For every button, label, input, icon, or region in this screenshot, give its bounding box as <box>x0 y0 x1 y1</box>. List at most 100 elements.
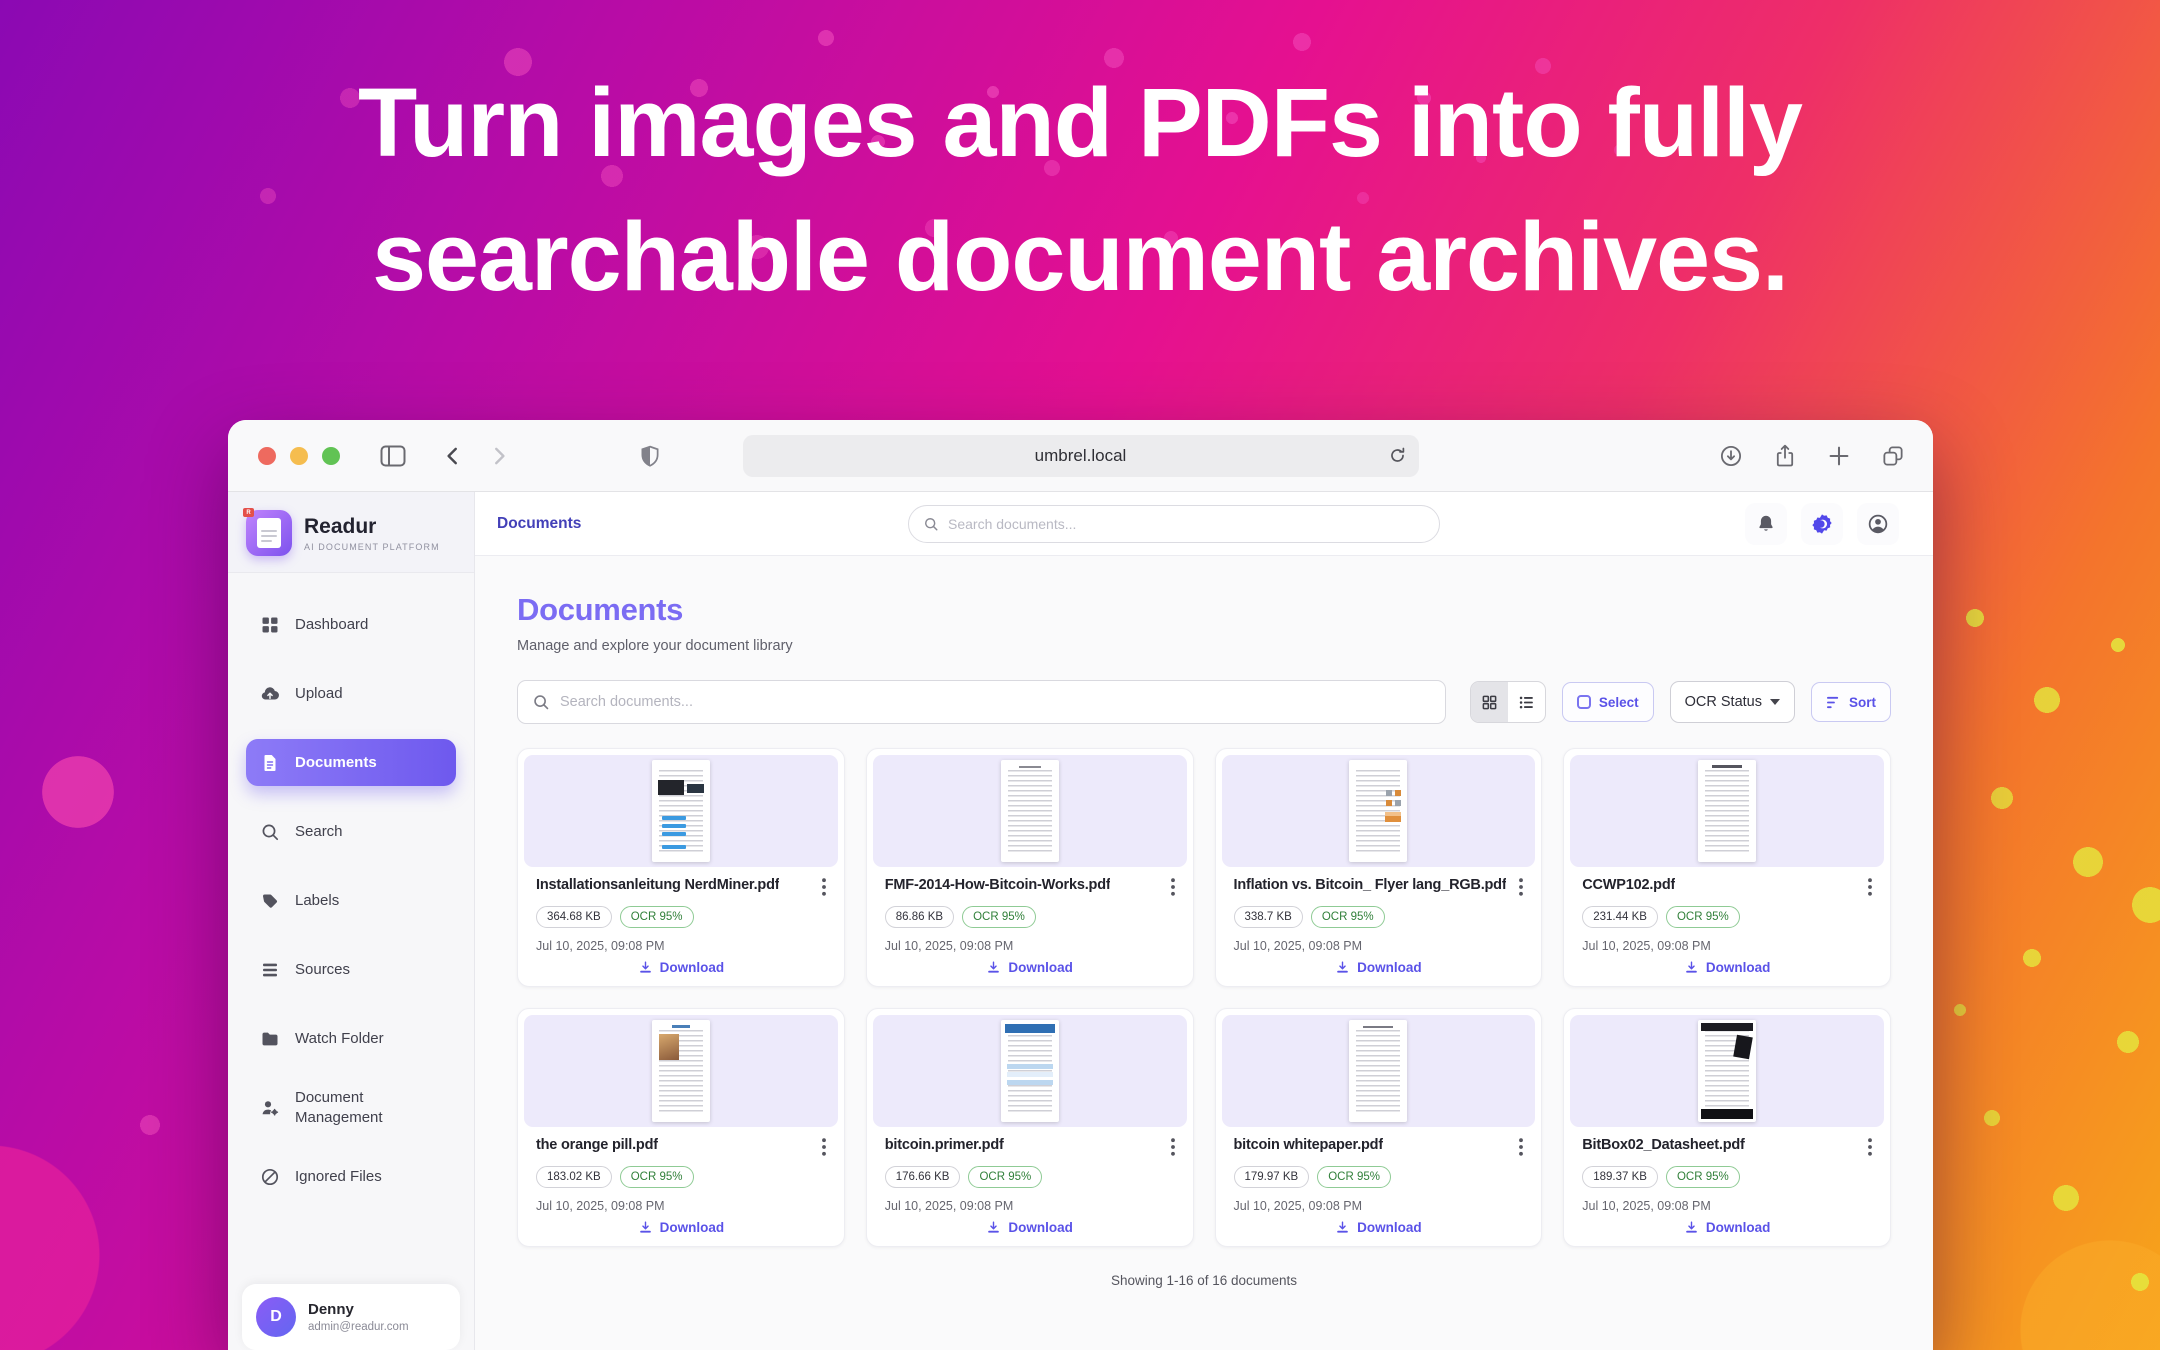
document-card[interactable]: bitcoin.primer.pdf 176.66 KB OCR 95% Jul… <box>866 1008 1194 1247</box>
kebab-menu-icon[interactable] <box>1868 1138 1872 1156</box>
thumb-decor <box>662 824 686 828</box>
sidebar-item-ignored-files[interactable]: Ignored Files <box>246 1153 456 1200</box>
user-gear-icon <box>260 1098 280 1118</box>
sidebar-toggle-icon[interactable] <box>380 445 406 467</box>
documents-search-input[interactable] <box>560 694 1431 710</box>
account-icon <box>1867 513 1889 535</box>
checkbox-icon <box>1577 695 1591 709</box>
size-badge: 231.44 KB <box>1582 906 1658 928</box>
card-body: bitcoin whitepaper.pdf 179.97 KB OCR 95%… <box>1222 1127 1536 1213</box>
minimize-window-button[interactable] <box>290 447 308 465</box>
sidebar-item-label: Dashboard <box>295 615 368 635</box>
sidebar-item-dashboard[interactable]: Dashboard <box>246 601 456 648</box>
share-icon[interactable] <box>1773 444 1797 468</box>
sidebar-item-label: Documents <box>295 753 377 773</box>
address-bar[interactable]: umbrel.local <box>743 435 1419 477</box>
kebab-menu-icon[interactable] <box>1171 878 1175 896</box>
topbar-search[interactable] <box>908 505 1440 543</box>
thumb-decor <box>662 816 686 820</box>
sidebar-item-document-management[interactable]: Document Management <box>246 1084 446 1131</box>
tab-overview-icon[interactable] <box>1881 444 1905 468</box>
label-tag-icon <box>260 891 280 911</box>
download-icon <box>638 960 653 975</box>
thumbnail-page <box>1349 760 1407 862</box>
thumb-decor <box>1395 800 1401 806</box>
document-card[interactable]: FMF-2014-How-Bitcoin-Works.pdf 86.86 KB … <box>866 748 1194 987</box>
document-date: Jul 10, 2025, 09:08 PM <box>1582 939 1872 953</box>
back-icon[interactable] <box>442 445 464 467</box>
download-link[interactable]: Download <box>518 1220 844 1235</box>
ocr-status-dropdown[interactable]: OCR Status <box>1670 681 1795 723</box>
sidebar-item-upload[interactable]: Upload <box>246 670 456 717</box>
kebab-menu-icon[interactable] <box>1171 1138 1175 1156</box>
kebab-menu-icon[interactable] <box>1519 878 1523 896</box>
document-card[interactable]: CCWP102.pdf 231.44 KB OCR 95% Jul 10, 20… <box>1563 748 1891 987</box>
download-icon[interactable] <box>1719 444 1743 468</box>
kebab-menu-icon[interactable] <box>822 878 826 896</box>
notifications-button[interactable] <box>1745 503 1787 545</box>
download-link[interactable]: Download <box>1216 960 1542 975</box>
document-name: FMF-2014-How-Bitcoin-Works.pdf <box>885 877 1111 893</box>
sidebar-item-documents[interactable]: Documents <box>246 739 456 786</box>
theme-toggle-button[interactable] <box>1801 503 1843 545</box>
document-card[interactable]: the orange pill.pdf 183.02 KB OCR 95% Ju… <box>517 1008 845 1247</box>
hero-background: Turn images and PDFs into fully searchab… <box>0 0 2160 1350</box>
kebab-menu-icon[interactable] <box>1519 1138 1523 1156</box>
sort-button[interactable]: Sort <box>1811 682 1891 722</box>
download-link[interactable]: Download <box>518 960 844 975</box>
download-link[interactable]: Download <box>867 1220 1193 1235</box>
select-button[interactable]: Select <box>1562 682 1654 722</box>
reload-icon[interactable] <box>1388 446 1407 465</box>
new-tab-icon[interactable] <box>1827 444 1851 468</box>
document-controls: Select OCR Status Sort <box>517 680 1891 724</box>
size-badge: 189.37 KB <box>1582 1166 1658 1188</box>
brand-text: Readur AI DOCUMENT PLATFORM <box>304 515 440 552</box>
user-card[interactable]: D Denny admin@readur.com <box>242 1284 460 1350</box>
grid-view-button[interactable] <box>1471 682 1508 722</box>
sidebar-item-sources[interactable]: Sources <box>246 946 456 993</box>
download-label: Download <box>1706 1220 1771 1235</box>
document-card[interactable]: Inflation vs. Bitcoin_ Flyer lang_RGB.pd… <box>1215 748 1543 987</box>
kebab-menu-icon[interactable] <box>1868 878 1872 896</box>
forward-icon[interactable] <box>488 445 510 467</box>
account-button[interactable] <box>1857 503 1899 545</box>
document-name: bitcoin.primer.pdf <box>885 1137 1004 1153</box>
dashboard-icon <box>260 615 280 635</box>
document-card[interactable]: BitBox02_Datasheet.pdf 189.37 KB OCR 95%… <box>1563 1008 1891 1247</box>
document-card[interactable]: Installationsanleitung NerdMiner.pdf 364… <box>517 748 845 987</box>
document-date: Jul 10, 2025, 09:08 PM <box>536 1199 826 1213</box>
sidebar-item-search[interactable]: Search <box>246 808 456 855</box>
document-name: BitBox02_Datasheet.pdf <box>1582 1137 1744 1153</box>
headline-line-1: Turn images and PDFs into fully <box>358 68 1802 177</box>
thumbnail-page <box>1698 760 1756 862</box>
download-link[interactable]: Download <box>1216 1220 1542 1235</box>
zoom-window-button[interactable] <box>322 447 340 465</box>
thumb-decor <box>1363 1026 1393 1028</box>
sidebar-item-label: Document Management <box>295 1088 432 1127</box>
sidebar-item-labels[interactable]: Labels <box>246 877 456 924</box>
sidebar-item-watch-folder[interactable]: Watch Folder <box>246 1015 456 1062</box>
topbar-search-input[interactable] <box>948 516 1425 532</box>
app-root: R Readur AI DOCUMENT PLATFORM Dashboard … <box>228 492 1933 1350</box>
card-body: bitcoin.primer.pdf 176.66 KB OCR 95% Jul… <box>873 1127 1187 1213</box>
thumb-decor <box>1386 790 1392 796</box>
kebab-menu-icon[interactable] <box>822 1138 826 1156</box>
user-name: Denny <box>308 1301 409 1318</box>
thumb-decor <box>672 1025 690 1028</box>
close-window-button[interactable] <box>258 447 276 465</box>
list-view-button[interactable] <box>1508 682 1545 722</box>
theme-toggle-icon <box>1811 513 1833 535</box>
download-link[interactable]: Download <box>1564 1220 1890 1235</box>
download-link[interactable]: Download <box>1564 960 1890 975</box>
card-body: Installationsanleitung NerdMiner.pdf 364… <box>524 867 838 953</box>
ocr-badge: OCR 95% <box>1666 1166 1740 1188</box>
sidebar-nav: Dashboard Upload Documents Search <box>228 573 474 1284</box>
document-card[interactable]: bitcoin whitepaper.pdf 179.97 KB OCR 95%… <box>1215 1008 1543 1247</box>
shield-icon[interactable] <box>639 445 661 469</box>
documents-search[interactable] <box>517 680 1446 724</box>
document-thumbnail <box>1222 755 1536 867</box>
download-link[interactable]: Download <box>867 960 1193 975</box>
breadcrumb[interactable]: Documents <box>497 515 581 533</box>
document-date: Jul 10, 2025, 09:08 PM <box>885 1199 1175 1213</box>
ocr-badge: OCR 95% <box>1666 906 1740 928</box>
